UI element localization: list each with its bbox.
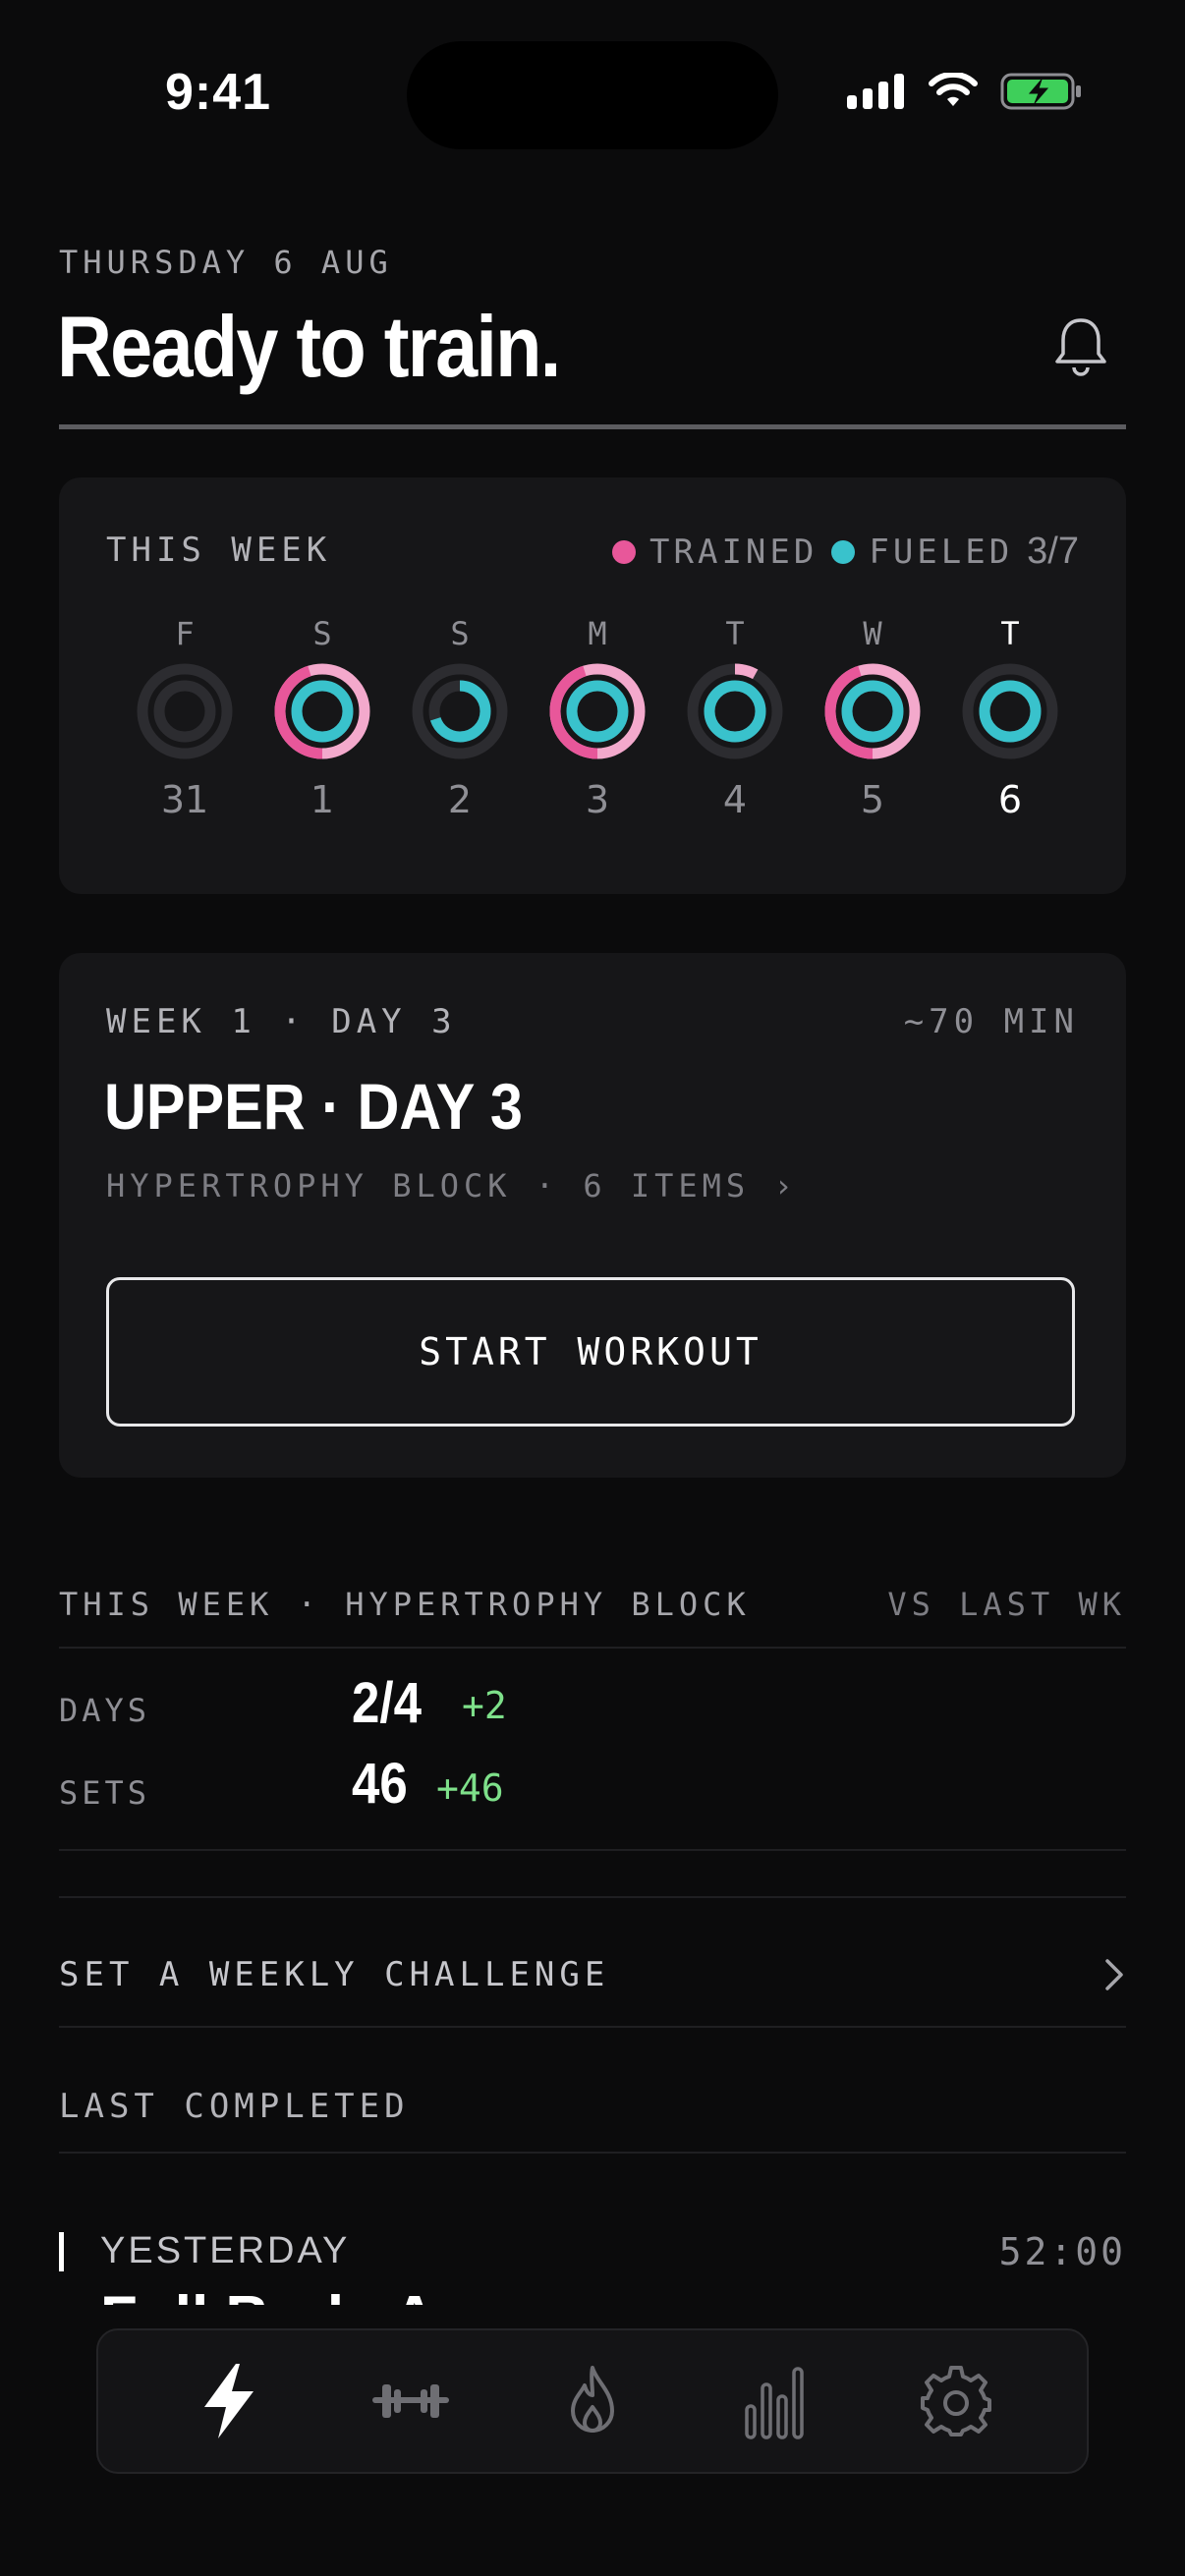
start-workout-button[interactable]: START WORKOUT [106,1277,1075,1427]
day-letter: T [1000,615,1020,652]
week-progress-card: THIS WEEK TRAINED FUELED 3/7 F 31 S 1 S 2 M 3 T 4… [59,477,1126,894]
week-card-label: THIS WEEK [106,531,332,570]
last-completed-title[interactable]: Full Body A [100,2283,592,2305]
day-number: 5 [860,778,885,821]
day-letter: S [312,615,332,652]
day-letter: S [450,615,470,652]
day-number: 4 [722,778,748,821]
workout-title: UPPER · DAY 3 [104,1070,523,1143]
day-activity-ring [687,663,783,759]
workout-block-link[interactable]: HYPERTROPHY BLOCK · 6 ITEMS › [106,1167,798,1204]
day-number: 6 [997,778,1023,821]
days-stat-value: 2/4 [352,1671,422,1735]
day-activity-ring [412,663,508,759]
stats-heading: THIS WEEK · HYPERTROPHY BLOCK [59,1586,751,1623]
chevron-right-icon [1105,1959,1123,1990]
gear-icon [921,2366,992,2436]
day-column[interactable]: F 31 [126,615,244,821]
last-completed-label: LAST COMPLETED [59,2087,410,2126]
week-legend: TRAINED FUELED 3/7 [612,531,1079,573]
sets-stat-delta: +46 [436,1766,504,1810]
fueled-ring-arc [841,680,904,743]
tab-progress[interactable] [720,2347,828,2455]
divider [59,1896,1126,1898]
day-column[interactable]: M3 [538,615,656,821]
day-column[interactable]: S1 [263,615,381,821]
sets-stat-label: SETS [59,1774,151,1812]
weekly-challenge-row[interactable]: SET A WEEKLY CHALLENGE [59,1945,1126,2004]
fueled-legend-dot [831,539,856,564]
status-icons [847,71,1083,112]
page-title: Ready to train. [57,298,561,395]
fueled-legend-label: FUELED [869,532,1014,572]
notifications-button[interactable] [1051,314,1110,381]
day-letter: W [863,615,882,652]
day-letter: M [588,615,607,652]
day-number: 31 [160,778,209,821]
trained-legend-label: TRAINED [649,532,818,572]
day-column[interactable]: T4 [676,615,794,821]
day-activity-ring [274,663,370,759]
day-column[interactable]: W5 [814,615,931,821]
day-activity-ring [549,663,646,759]
fueled-ring-arc [704,680,766,743]
dumbbell-icon [371,2384,449,2418]
signal-icon [847,74,904,109]
last-completed-title-clip: Full Body A [100,2275,592,2305]
workout-week-day: WEEK 1 · DAY 3 [106,1002,457,1041]
tab-bar [96,2328,1089,2474]
day-number: 1 [310,778,335,821]
sets-stat-value: 46 [352,1752,408,1816]
day-activity-ring [137,663,233,759]
last-completed-duration: 52:00 [998,2230,1126,2273]
week-count: 3/7 [1027,531,1079,572]
fueled-ring-arc [291,680,354,743]
divider [59,2026,1126,2028]
day-letter: F [175,615,195,652]
weekly-challenge-label: SET A WEEKLY CHALLENGE [59,1955,610,1994]
next-workout-card: WEEK 1 · DAY 3 ~70 MIN UPPER · DAY 3 HYP… [59,953,1126,1478]
wifi-icon [929,73,978,106]
fueled-ring-track [153,680,216,743]
bolt-icon [203,2364,254,2438]
fueled-ring-arc [979,680,1042,743]
last-completed-when[interactable]: YESTERDAY [100,2230,350,2272]
date-label: THURSDAY 6 AUG [59,244,393,281]
tab-today[interactable] [175,2347,283,2455]
tab-settings[interactable] [902,2347,1010,2455]
divider [59,2152,1126,2154]
stats-compare-label: VS LAST WK [887,1586,1126,1623]
bar-chart-icon [745,2367,804,2439]
day-column[interactable]: T6 [951,615,1069,821]
day-letter: T [725,615,745,652]
divider [59,1849,1126,1851]
header-divider [59,424,1126,429]
bell-icon [1055,318,1106,376]
fueled-ring-arc [566,680,629,743]
day-activity-ring [824,663,921,759]
status-time: 9:41 [165,64,272,121]
day-number: 3 [585,778,610,821]
flame-icon [570,2366,614,2433]
day-column[interactable]: S2 [401,615,519,821]
day-number: 2 [447,778,473,821]
dynamic-island [407,41,778,149]
battery-icon [1000,73,1081,110]
days-stat-delta: +2 [462,1684,507,1727]
days-row: F 31 S 1 S 2 M 3 T 4 W 5 T 6 [126,615,1069,821]
tab-nutrition[interactable] [538,2347,647,2455]
tab-workouts[interactable] [357,2347,465,2455]
last-completed-accent [59,2232,64,2271]
days-stat-label: DAYS [59,1692,151,1729]
divider [59,1647,1126,1649]
trained-legend-dot [612,539,637,564]
workout-duration: ~70 MIN [903,1002,1079,1041]
day-activity-ring [962,663,1058,759]
